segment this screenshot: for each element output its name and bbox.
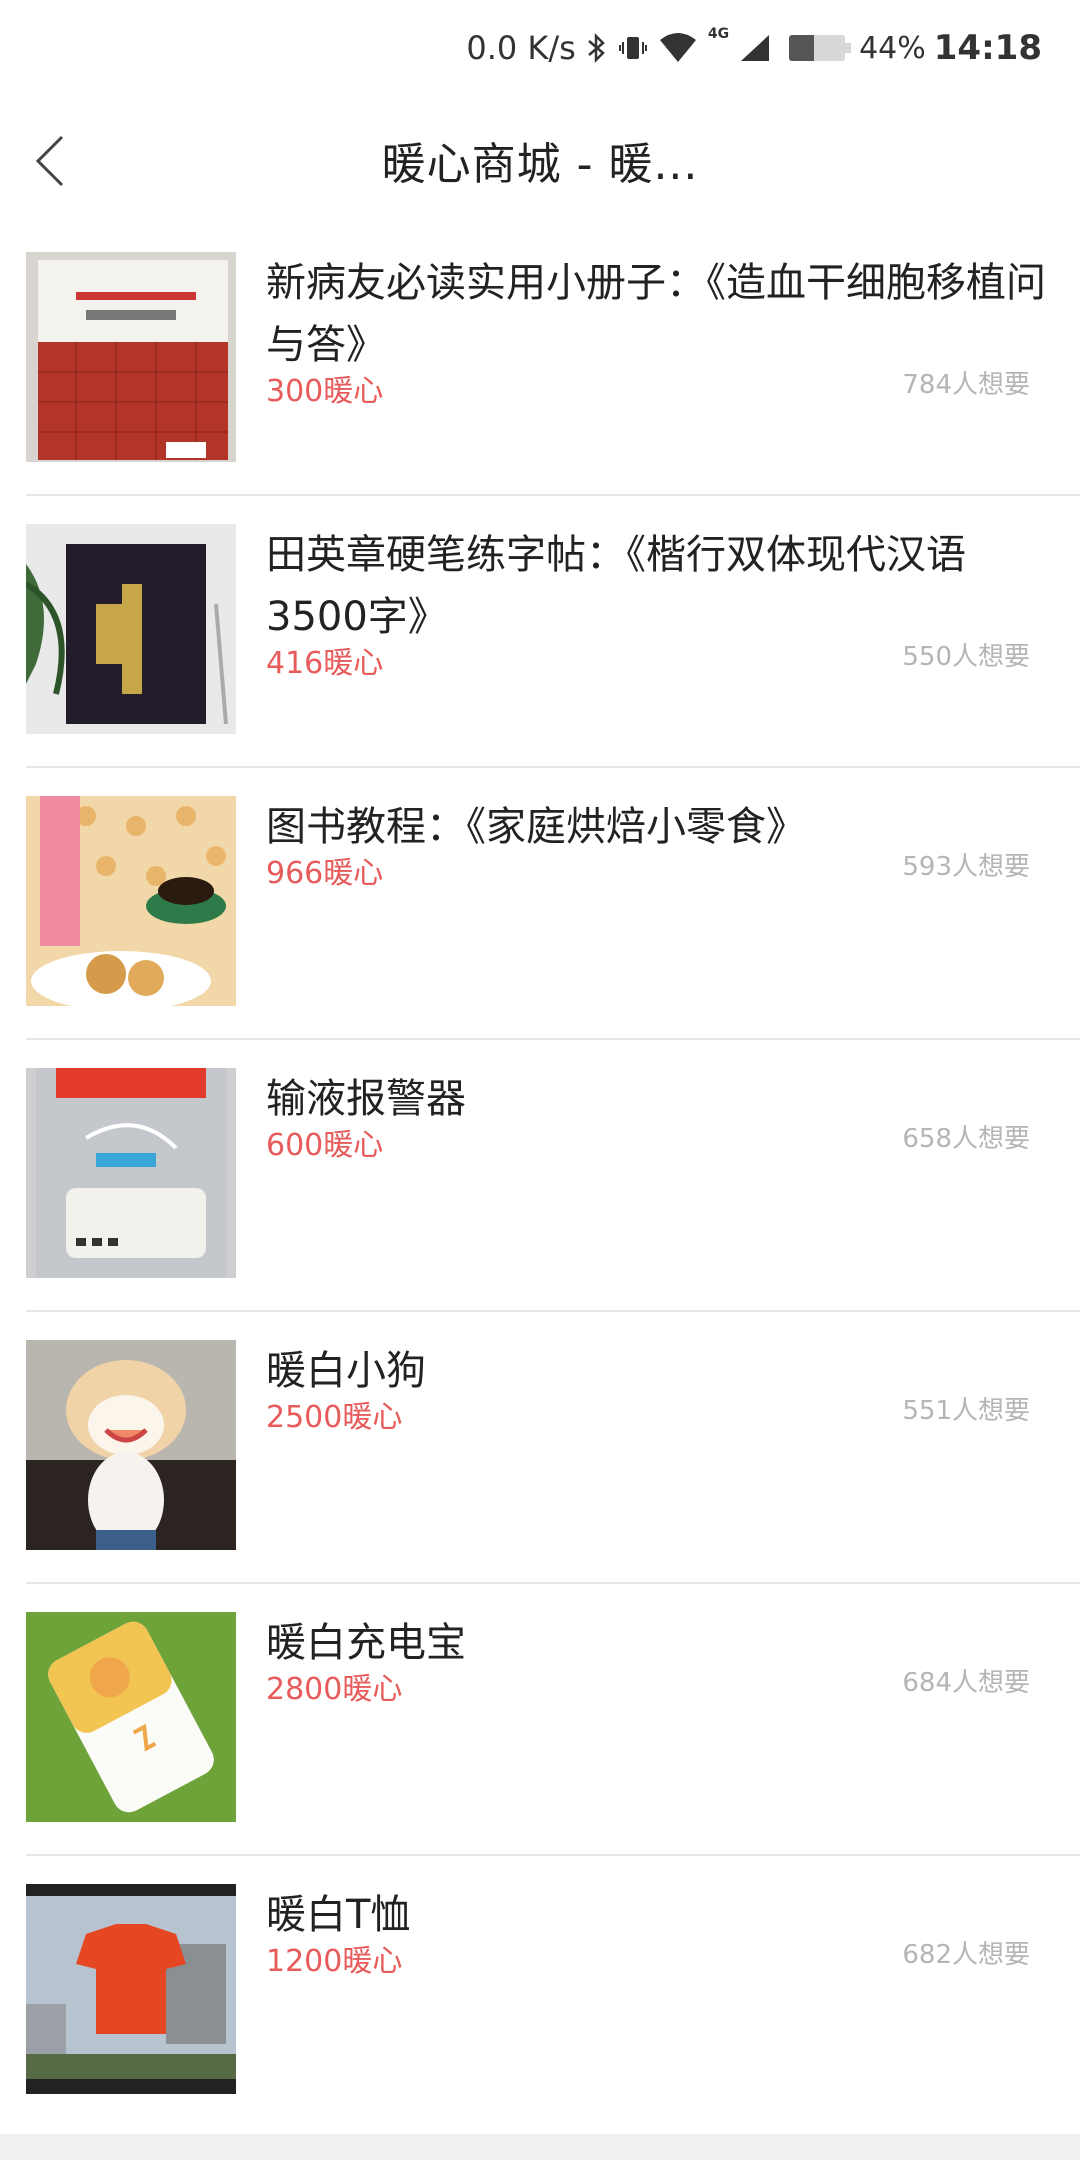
product-image-book-stem-cell (26, 252, 236, 462)
product-item[interactable]: 暖白T恤 1200暖心 682人想要 (26, 1856, 1080, 2128)
network-speed: 0.0 K/s (466, 29, 576, 67)
page-title: 暖心商城 - 暖... (381, 139, 699, 190)
product-price: 416暖心 (266, 646, 384, 681)
bluetooth-icon (586, 32, 608, 64)
product-image-infusion-alarm (26, 1068, 236, 1278)
product-price: 1200暖心 (266, 1944, 403, 1979)
vibrate-icon (618, 33, 648, 63)
wifi-icon (658, 32, 698, 64)
want-count: 684人想要 (902, 1668, 1030, 1698)
network-type: 4G (707, 26, 730, 42)
product-price: 600暖心 (266, 1128, 384, 1163)
want-count: 551人想要 (902, 1396, 1030, 1426)
product-price: 300暖心 (266, 374, 384, 409)
product-title: 新病友必读实用小册子：《造血干细胞移植问与答》 (266, 260, 1046, 368)
signal-icon (739, 33, 771, 63)
back-button[interactable] (20, 126, 80, 196)
product-price: 966暖心 (266, 856, 384, 891)
product-title: 田英章硬笔练字帖：《楷行双体现代汉语3500字》 (266, 532, 966, 640)
product-image-tshirt (26, 1884, 236, 2094)
status-bar: 0.0 K/s 4G 44% 14:18 (0, 0, 1080, 96)
bottom-bar (0, 2134, 1080, 2160)
product-item[interactable]: 暖白充电宝 2800暖心 684人想要 (26, 1584, 1080, 1856)
product-image-calligraphy-book (26, 524, 236, 734)
battery-icon (789, 35, 852, 61)
product-item[interactable]: 输液报警器 600暖心 658人想要 (26, 1040, 1080, 1312)
want-count: 658人想要 (902, 1124, 1030, 1154)
want-count: 593人想要 (902, 852, 1030, 882)
app-header: 暖心商城 - 暖... (0, 96, 1080, 224)
product-item[interactable]: 图书教程：《家庭烘焙小零食》 966暖心 593人想要 (26, 768, 1080, 1040)
clock: 14:18 (933, 28, 1042, 68)
product-item[interactable]: 暖白小狗 2500暖心 551人想要 (26, 1312, 1080, 1584)
product-image-power-bank (26, 1612, 236, 1822)
battery-percent: 44% (859, 30, 926, 66)
product-item[interactable]: 田英章硬笔练字帖：《楷行双体现代汉语3500字》 416暖心 550人想要 (26, 496, 1080, 768)
product-image-plush-dog (26, 1340, 236, 1550)
want-count: 550人想要 (902, 642, 1030, 672)
product-price: 2800暖心 (266, 1672, 403, 1707)
want-count: 682人想要 (902, 1940, 1030, 1970)
product-price: 2500暖心 (266, 1400, 403, 1435)
want-count: 784人想要 (902, 370, 1030, 400)
product-list: 新病友必读实用小册子：《造血干细胞移植问与答》 300暖心 784人想要 田英章… (0, 224, 1080, 2128)
product-item[interactable]: 新病友必读实用小册子：《造血干细胞移植问与答》 300暖心 784人想要 (26, 224, 1080, 496)
product-image-baking-book (26, 796, 236, 1006)
chevron-left-icon (35, 135, 64, 187)
